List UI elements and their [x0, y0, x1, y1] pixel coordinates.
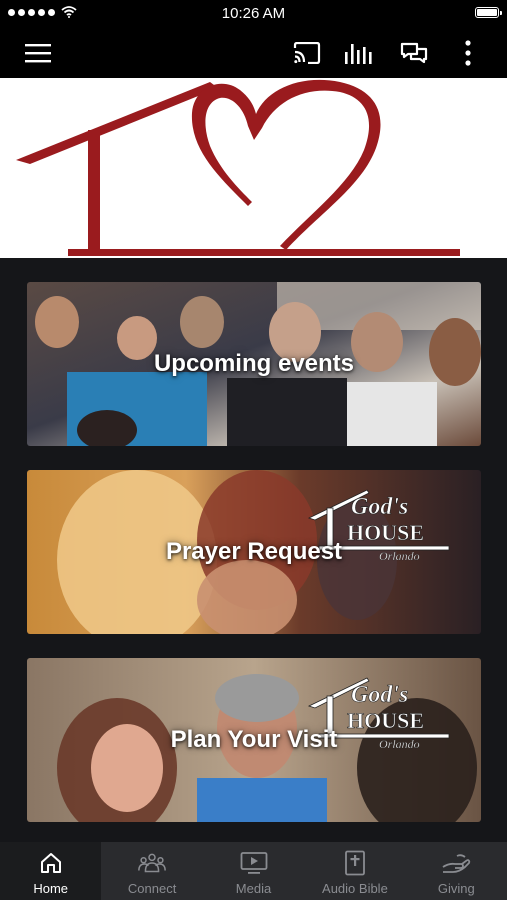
chat-button[interactable]	[392, 28, 436, 78]
more-button[interactable]	[446, 28, 490, 78]
tab-label: Home	[33, 881, 69, 896]
tab-label: Audio Bible	[322, 881, 388, 896]
more-vert-icon	[465, 40, 471, 66]
brand-line-1: God's	[351, 494, 408, 520]
menu-icon	[25, 44, 51, 63]
card-title: Plan Your Visit	[170, 726, 338, 753]
home-icon	[36, 849, 66, 877]
connect-icon	[137, 849, 167, 877]
status-time: 10:26 AM	[221, 5, 286, 22]
media-icon	[239, 849, 269, 877]
tab-label: Media	[235, 881, 272, 896]
church-logo-banner	[0, 78, 507, 258]
house-heart-logo	[16, 79, 460, 256]
plan-your-visit-card[interactable]: God's HOUSE Orlando Plan Your Visit	[27, 658, 481, 822]
cast-button[interactable]	[285, 28, 329, 78]
content-area: Upcoming events God's HOUSE Orlando Pray…	[0, 258, 507, 842]
app-bar	[0, 28, 507, 78]
upcoming-events-card[interactable]: Upcoming events	[27, 282, 481, 446]
card-title: Upcoming events	[153, 350, 355, 377]
audio-button[interactable]	[338, 28, 382, 78]
tab-label: Giving	[437, 881, 475, 896]
battery-icon	[475, 7, 502, 18]
bottom-tab-bar: Home Connect Media Audio Bible Giving	[0, 842, 507, 900]
giving-icon	[441, 849, 471, 877]
tab-home[interactable]: Home	[0, 842, 102, 900]
tab-connect[interactable]: Connect	[101, 842, 202, 900]
tab-audio-bible[interactable]: Audio Bible	[304, 842, 405, 900]
status-bar: 10:26 AM	[0, 0, 507, 28]
brand-line-1: God's	[351, 682, 408, 708]
tab-media[interactable]: Media	[203, 842, 304, 900]
card-title: Prayer Request	[165, 538, 343, 565]
tab-label: Connect	[127, 881, 177, 896]
menu-button[interactable]	[16, 28, 60, 78]
chat-icon	[400, 42, 428, 64]
audio-bars-icon	[345, 44, 372, 64]
tab-giving[interactable]: Giving	[406, 842, 507, 900]
cast-icon	[293, 42, 321, 64]
prayer-request-card[interactable]: God's HOUSE Orlando Prayer Request	[27, 470, 481, 634]
bible-icon	[340, 849, 370, 877]
